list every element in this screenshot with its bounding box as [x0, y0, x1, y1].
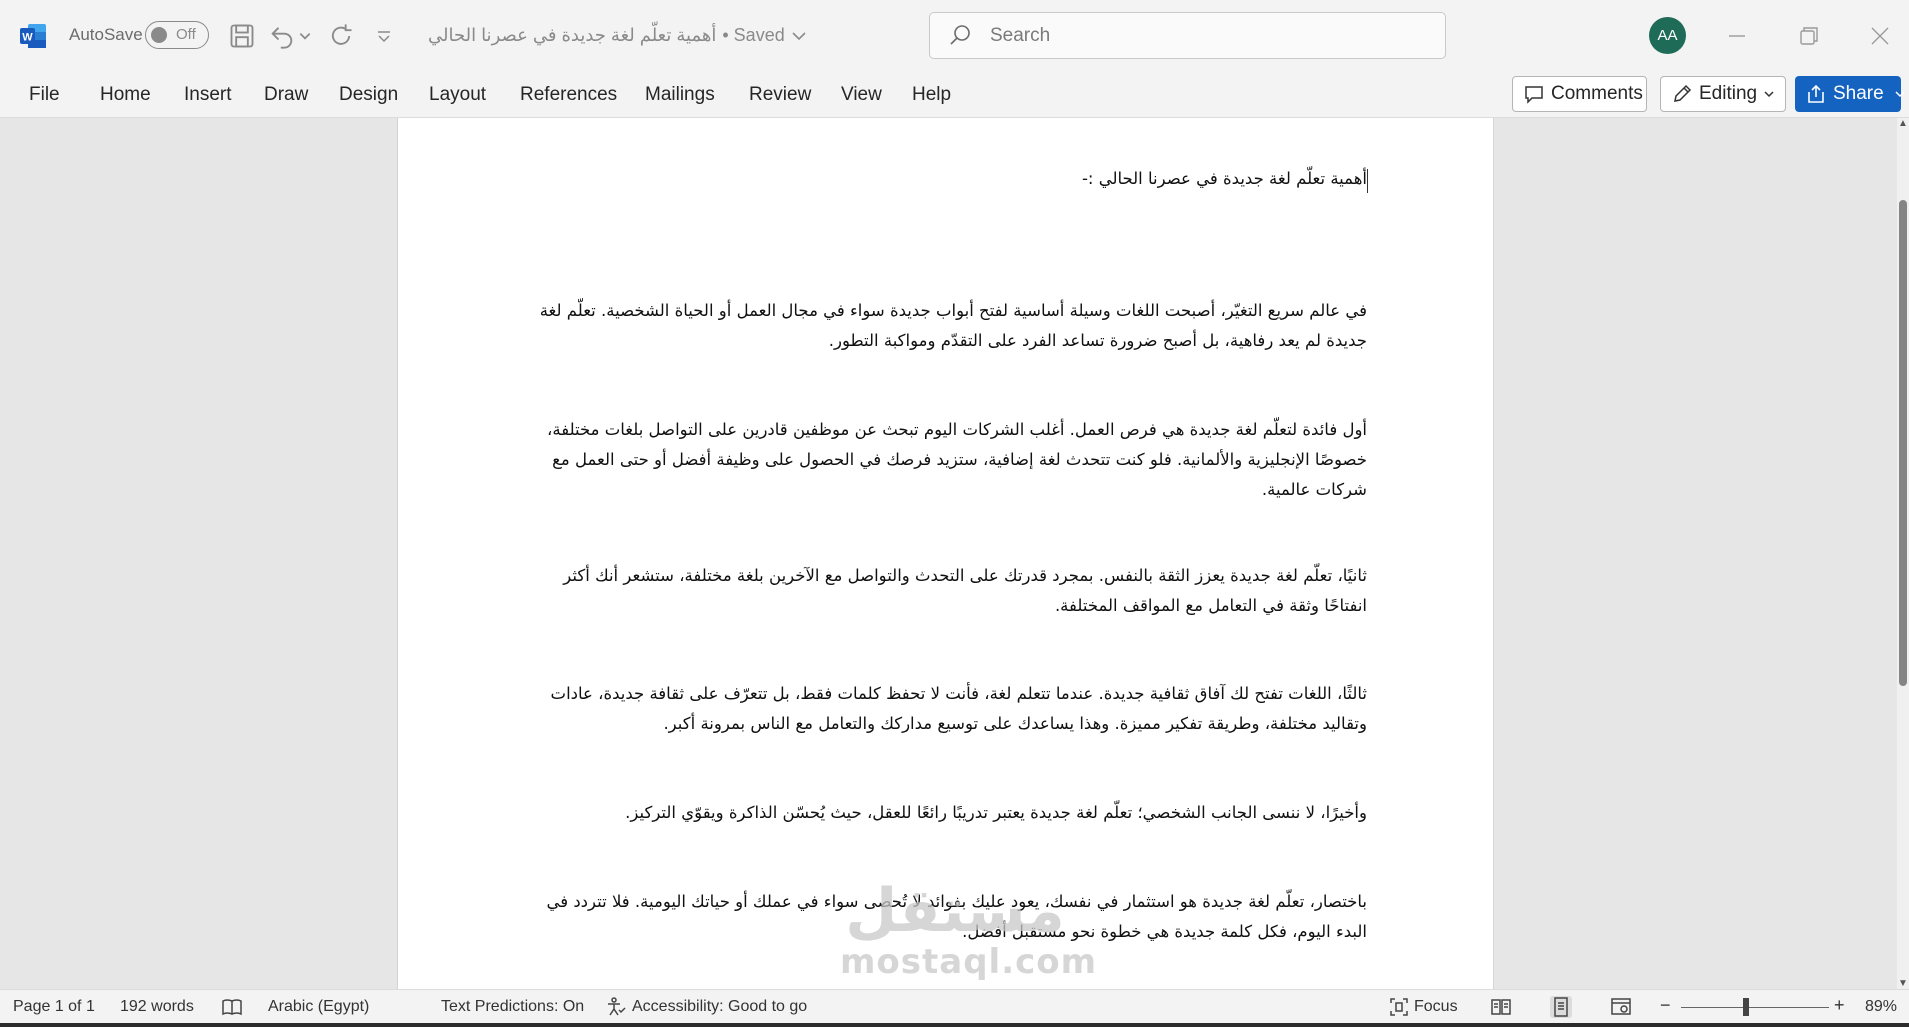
editing-label: Editing [1699, 83, 1758, 104]
accessibility-status[interactable]: Accessibility: Good to go [632, 998, 807, 1016]
share-icon [1805, 83, 1827, 105]
tab-file[interactable]: File [29, 84, 60, 106]
page-count[interactable]: Page 1 of 1 [13, 998, 95, 1016]
document-title[interactable]: أهمية تعلّم لغة جديدة في عصرنا الحالي • … [428, 25, 807, 46]
vertical-scrollbar[interactable]: ▲ ▼ [1897, 118, 1909, 989]
save-icon[interactable] [228, 22, 256, 50]
word-count[interactable]: 192 words [120, 998, 194, 1016]
svg-text:W: W [22, 32, 33, 44]
paragraph-5[interactable]: وأخيرًا، لا ننسى الجانب الشخصي؛ تعلّم لغ… [527, 798, 1367, 828]
zoom-out-button[interactable]: − [1660, 995, 1671, 1016]
editing-mode-button[interactable]: Editing [1660, 76, 1786, 112]
taskbar-edge [0, 1023, 1909, 1027]
word-logo-icon: W [20, 24, 46, 48]
pencil-icon [1671, 83, 1693, 105]
text-predictions[interactable]: Text Predictions: On [441, 998, 584, 1016]
document-heading[interactable]: أهمية تعلّم لغة جديدة في عصرنا الحالي :- [527, 164, 1367, 194]
chevron-down-icon [1894, 83, 1906, 105]
focus-icon[interactable] [1388, 996, 1410, 1018]
tab-references[interactable]: References [520, 84, 617, 106]
book-icon[interactable] [221, 996, 243, 1018]
autosave-label: AutoSave [69, 25, 143, 44]
customize-toolbar-icon[interactable] [373, 22, 395, 50]
web-layout-icon[interactable] [1610, 996, 1632, 1018]
comments-label: Comments [1551, 83, 1643, 104]
text-cursor [1367, 169, 1368, 193]
tab-insert[interactable]: Insert [184, 84, 232, 106]
zoom-slider[interactable] [1681, 1007, 1829, 1008]
undo-icon[interactable] [268, 22, 296, 50]
focus-label[interactable]: Focus [1414, 998, 1458, 1016]
tab-layout[interactable]: Layout [429, 84, 486, 106]
paragraph-6[interactable]: باختصار، تعلّم لغة جديدة هو استثمار في ن… [527, 887, 1367, 947]
zoom-level[interactable]: 89% [1865, 998, 1897, 1016]
tab-design[interactable]: Design [339, 84, 398, 106]
tab-home[interactable]: Home [100, 84, 151, 106]
status-bar: Page 1 of 1 192 words Arabic (Egypt) Tex… [0, 989, 1909, 1023]
toggle-knob [151, 27, 167, 43]
scroll-up-icon[interactable]: ▲ [1898, 118, 1908, 129]
print-layout-icon[interactable] [1550, 996, 1572, 1018]
share-label: Share [1833, 83, 1884, 104]
tab-draw[interactable]: Draw [264, 84, 308, 106]
autosave-toggle[interactable]: Off [145, 21, 209, 49]
minimize-icon[interactable] [1723, 22, 1751, 50]
save-status: • Saved [722, 25, 785, 45]
comments-button[interactable]: Comments [1512, 76, 1647, 112]
language-indicator[interactable]: Arabic (Egypt) [268, 998, 369, 1016]
scroll-down-icon[interactable]: ▼ [1898, 978, 1908, 989]
document-page[interactable]: أهمية تعلّم لغة جديدة في عصرنا الحالي :-… [397, 118, 1494, 989]
ribbon-tabs: File Home Insert Draw Design Layout Refe… [0, 72, 1909, 118]
undo-dropdown-icon[interactable] [298, 22, 312, 50]
chevron-down-icon [1763, 83, 1775, 105]
paragraph-1[interactable]: في عالم سريع التغيّر، أصبحت اللغات وسيلة… [527, 296, 1367, 356]
title-bar: W AutoSave Off أهمية تعلّم لغة جديدة في … [0, 0, 1909, 72]
read-mode-icon[interactable] [1490, 996, 1512, 1018]
redo-icon[interactable] [327, 22, 355, 50]
paragraph-2[interactable]: أول فائدة لتعلّم لغة جديدة هي فرص العمل.… [527, 415, 1367, 505]
avatar[interactable]: AA [1649, 17, 1686, 54]
tab-mailings[interactable]: Mailings [645, 84, 715, 106]
zoom-in-button[interactable]: + [1834, 995, 1845, 1016]
search-box[interactable]: Search [929, 12, 1446, 59]
zoom-slider-thumb[interactable] [1743, 998, 1749, 1016]
tab-review[interactable]: Review [749, 84, 811, 106]
paragraph-4[interactable]: ثالثًا، اللغات تفتح لك آفاق ثقافية جديدة… [527, 679, 1367, 739]
close-icon[interactable] [1866, 22, 1894, 50]
document-title-text: أهمية تعلّم لغة جديدة في عصرنا الحالي [428, 25, 717, 45]
tab-view[interactable]: View [841, 84, 882, 106]
search-placeholder: Search [990, 25, 1051, 46]
comment-icon [1523, 83, 1545, 105]
chevron-down-icon [791, 28, 807, 44]
accessibility-icon[interactable] [605, 996, 627, 1018]
paragraph-3[interactable]: ثانيًا، تعلّم لغة جديدة يعزز الثقة بالنف… [527, 561, 1367, 621]
share-button[interactable]: Share [1795, 76, 1905, 112]
autosave-state: Off [176, 26, 196, 43]
document-canvas: أهمية تعلّم لغة جديدة في عصرنا الحالي :-… [0, 118, 1909, 989]
restore-icon[interactable] [1795, 22, 1823, 50]
tab-help[interactable]: Help [912, 84, 951, 106]
scrollbar-thumb[interactable] [1899, 200, 1907, 686]
search-icon [948, 23, 972, 47]
